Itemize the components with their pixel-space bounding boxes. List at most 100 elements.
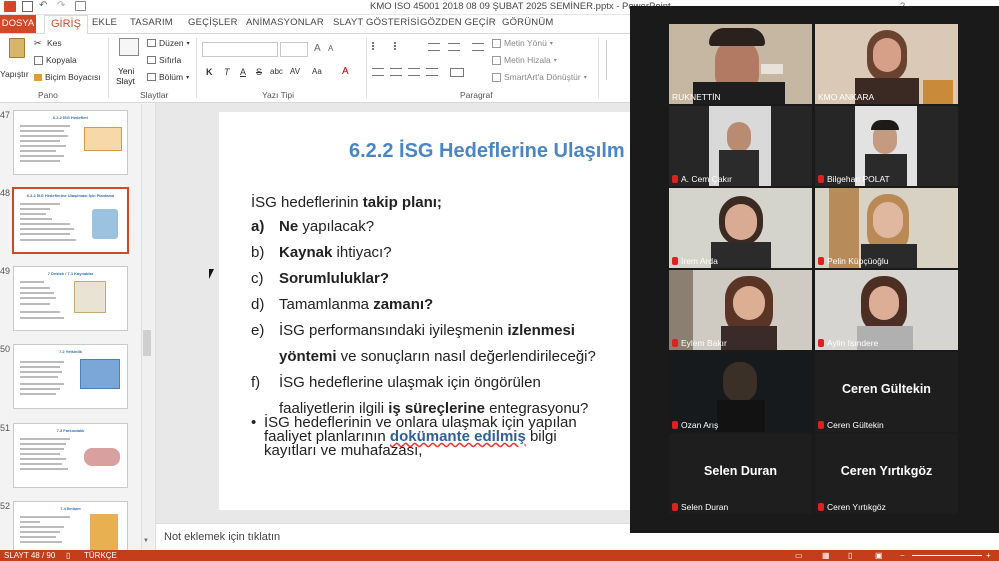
shrink-font-button[interactable]: A (328, 44, 333, 53)
participant-name: Ceren Yırtıkgöz (818, 502, 886, 512)
tab-view[interactable]: GÖRÜNÜM (502, 17, 554, 28)
strikethrough-button[interactable]: S (256, 67, 262, 77)
participant-name: Ozan Arış (672, 420, 718, 430)
bold-button[interactable]: K (206, 67, 213, 77)
slideshow-icon[interactable]: ▣ (875, 550, 883, 561)
zoom-out-icon[interactable]: − (900, 550, 905, 561)
copy-button[interactable]: Kopyala (34, 55, 77, 65)
list-item: e) İSG performansındaki iyileşmenin izlen… (251, 322, 575, 339)
scissors-icon: ✂ (34, 37, 42, 48)
tab-animations[interactable]: ANİMASYONLAR (246, 17, 324, 28)
font-name-select[interactable] (202, 42, 278, 57)
participant-name: Eylem Bakır (672, 338, 727, 348)
participant-name: Pelin Küpçüoğlu (818, 256, 888, 266)
participant-tile[interactable]: Ozan Arış (669, 352, 812, 432)
redo-icon[interactable]: ↷ (57, 1, 69, 12)
tab-home[interactable]: GİRİŞ (44, 15, 88, 35)
slide-thumbnail-selected[interactable]: 6.2.2 İSG Hedeflerine Ulaşılması İçin Pl… (12, 187, 129, 254)
zoom-in-icon[interactable]: + (986, 550, 991, 561)
save-icon[interactable] (22, 1, 33, 12)
slide-thumbnail[interactable]: 6.2.2 İSG Hedefleri (13, 110, 128, 175)
numbering-icon[interactable] (394, 42, 406, 50)
thumb-number: 51 (0, 423, 11, 433)
tab-review[interactable]: GÖZDEN GEÇİR (420, 17, 496, 28)
participant-name: Bilgehan POLAT (818, 174, 890, 184)
participant-tile[interactable]: KMO ANKARA (815, 24, 958, 104)
list-item: b) Kaynak ihtiyacı? (251, 244, 392, 261)
slide-thumbnail[interactable]: 7.3 Farkındalık (13, 423, 128, 488)
change-case-button[interactable]: Aa (312, 67, 322, 76)
thumbnail-scrollbar[interactable] (141, 104, 154, 549)
char-spacing-button[interactable]: AV (290, 67, 300, 76)
participant-tile[interactable]: RUKNETTİN (669, 24, 812, 104)
slide-thumbnail[interactable]: 7.2 Yetkinlik (13, 344, 128, 409)
shadow-button[interactable]: abc (270, 67, 283, 76)
align-center-icon[interactable] (390, 68, 402, 76)
section-button[interactable]: Bölüm ▾ (147, 72, 189, 82)
quick-access-toolbar: ↶ ↷ (4, 1, 86, 12)
participant-tile[interactable]: İrem Arda (669, 188, 812, 268)
thumb-number: 52 (0, 501, 11, 511)
bullets-icon[interactable] (372, 42, 384, 50)
notes-pane[interactable]: Not eklemek için tıklatın (156, 523, 630, 551)
align-right-icon[interactable] (408, 68, 420, 76)
line-spacing-icon[interactable] (472, 43, 484, 51)
divider (196, 38, 197, 98)
scroll-down-arrow-icon[interactable]: ▼ (143, 538, 149, 544)
bullet-paragraph[interactable]: • İSG hedeflerinin ve onlara ulaşmak için… (251, 415, 630, 458)
spellcheck-icon[interactable]: ▯ (66, 550, 70, 561)
justify-icon[interactable] (426, 68, 438, 76)
normal-view-icon[interactable]: ▭ (795, 550, 803, 561)
mic-muted-icon (672, 339, 678, 347)
participant-tile[interactable]: Ceren Gültekin Ceren Gültekin (815, 352, 958, 432)
tab-transitions[interactable]: GEÇİŞLER (188, 17, 238, 28)
present-icon[interactable] (75, 1, 86, 11)
tab-slideshow[interactable]: SLAYT GÖSTERİSİ (333, 17, 420, 28)
tab-design[interactable]: TASARIM (130, 17, 173, 28)
shapes-icon[interactable] (606, 40, 627, 80)
format-painter-button[interactable]: Biçim Boyacısı (34, 72, 101, 82)
font-color-button[interactable]: A (342, 66, 349, 77)
participant-tile[interactable]: Aylin Isındere (815, 270, 958, 350)
participant-tile[interactable]: Bilgehan POLAT (815, 106, 958, 186)
zoom-slider[interactable] (912, 555, 982, 556)
tab-file[interactable]: DOSYA (0, 15, 36, 33)
participant-tile[interactable]: Selen Duran Selen Duran (669, 434, 812, 514)
italic-button[interactable]: T (224, 67, 230, 77)
new-slide-button[interactable]: Yeni Slayt (114, 38, 142, 88)
scrollbar-thumb[interactable] (143, 330, 151, 356)
text-direction-button[interactable]: Metin Yönü ▾ (492, 38, 553, 48)
list-item: d) Tamamlanma zamanı? (251, 296, 434, 313)
reading-view-icon[interactable]: ▯ (848, 550, 852, 561)
align-text-button[interactable]: Metin Hizala ▾ (492, 55, 557, 65)
cut-button[interactable]: ✂ Kes (34, 38, 62, 48)
slide-title[interactable]: 6.2.2 İSG Hedeflerine Ulaşılm (349, 140, 625, 163)
grow-font-button[interactable]: A (314, 43, 321, 54)
participant-tile[interactable]: Eylem Bakır (669, 270, 812, 350)
undo-icon[interactable]: ↶ (39, 1, 51, 12)
slide-thumbnail[interactable]: 7 Destek / 7.1 Kaynaklar (13, 266, 128, 331)
language-indicator[interactable]: TÜRKÇE (84, 550, 117, 561)
align-left-icon[interactable] (372, 68, 384, 76)
layout-button[interactable]: Düzen ▾ (147, 38, 190, 48)
slide-thumbnail-pane: 47 6.2.2 İSG Hedefleri 48 6.2.2 İSG Hede… (0, 103, 156, 551)
tab-insert[interactable]: EKLE (92, 17, 117, 28)
participant-tile[interactable]: A. Cem Çakır (669, 106, 812, 186)
slide-thumbnail[interactable]: 7.4 İletişim (13, 501, 128, 551)
increase-indent-icon[interactable] (448, 43, 460, 51)
mic-muted-icon (818, 421, 824, 429)
participant-tile[interactable]: Pelin Küpçüoğlu (815, 188, 958, 268)
thumb-number: 50 (0, 344, 11, 354)
slide-sorter-icon[interactable]: ▦ (822, 550, 830, 561)
slide-canvas[interactable]: 6.2.2 İSG Hedeflerine Ulaşılm İSG hedefl… (219, 112, 630, 510)
font-size-select[interactable] (280, 42, 308, 57)
reset-button[interactable]: Sıfırla (147, 55, 181, 65)
participant-tile[interactable]: Ceren Yırtıkgöz Ceren Yırtıkgöz (815, 434, 958, 514)
columns-icon[interactable] (450, 68, 464, 77)
slide-counter: SLAYT 48 / 90 (4, 551, 56, 560)
powerpoint-logo-icon (4, 1, 16, 12)
smartart-button[interactable]: SmartArt'a Dönüştür ▾ (492, 72, 587, 82)
decrease-indent-icon[interactable] (428, 43, 440, 51)
paste-button[interactable]: Yapıştır (0, 38, 30, 80)
underline-button[interactable]: A (240, 67, 246, 77)
